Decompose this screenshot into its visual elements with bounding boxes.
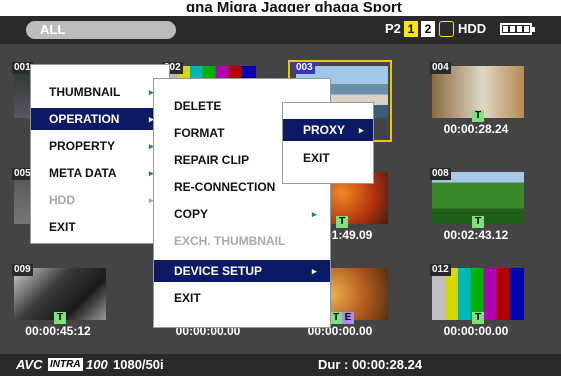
top-status-bar: ALL P2 1 2 HDD [0,16,561,44]
proxy-menu-item[interactable]: EXIT [283,147,373,169]
clip-timecode: 00:00:28.24 [443,122,509,136]
lcd-screen: ALL P2 1 2 HDD 00100200:00:00.00003T00:0… [0,16,561,376]
main-menu-item[interactable]: PROPERTY ▸ [31,135,171,157]
clip-timecode: 00:00:00.00 [443,324,509,338]
intra-badge: INTRA [48,358,83,371]
main-menu-item[interactable]: EXIT [31,216,171,238]
slot1-indicator: 1 [404,21,418,37]
clip-number: 004 [430,62,451,74]
arrow-right-icon: ▸ [312,209,317,219]
clip-number: 008 [430,168,451,180]
main-menu-item[interactable]: THUMBNAIL ▸ [31,81,171,103]
clip-number: 009 [12,264,33,276]
clip-mark-t: T [472,110,484,122]
hdd-icon [439,21,454,37]
clip-mark-t: T [330,312,342,324]
clip-thumbnail[interactable]: 012 T 00:00:00.00 [426,262,526,340]
operation-menu-item[interactable]: EXIT [154,287,330,309]
clip-timecode: 00:02:43.12 [443,228,509,242]
bottom-status-bar: AVC INTRA 100 1080/50i Dur : 00:00:28.24 [0,354,561,376]
operation-menu-item[interactable]: EXCH. THUMBNAIL [154,230,330,252]
clip-thumbnail[interactable]: 009 T 00:00:45:12 [8,262,108,340]
battery-icon [500,23,535,35]
hdd-label: HDD [458,21,487,36]
clip-mark-t: T [54,312,66,324]
main-menu-item[interactable]: META DATA ▸ [31,162,171,184]
mode-indicator: ALL [26,21,176,39]
codec-label: AVC [16,357,43,372]
main-menu: THUMBNAIL ▸ OPERATION ▸ PROPERTY ▸ META … [30,64,171,244]
operation-menu-item[interactable]: COPY ▸ [154,203,330,225]
duration-label: Dur : 00:00:28.24 [318,357,423,372]
p2-label: P2 [385,21,401,36]
main-menu-item[interactable]: HDD ▸ [31,189,171,211]
main-menu-item[interactable]: OPERATION ▸ [31,108,171,130]
device-setup-submenu: PROXY ▸ EXIT [282,102,374,184]
page-heading-fragment: gna Migra Jagger ghaga Sport [186,0,402,12]
bitrate-label: 100 [86,357,108,372]
clip-timecode: 00:00:45:12 [25,324,91,338]
arrow-right-icon: ▸ [312,266,317,276]
clip-mark-t: T [336,216,348,228]
clip-mark-t: T [472,312,484,324]
arrow-right-icon: ▸ [359,125,364,135]
clip-number: 012 [430,264,451,276]
clip-thumbnail[interactable]: 004 T 00:00:28.24 [426,60,526,138]
slot2-indicator: 2 [421,21,435,37]
proxy-menu-item[interactable]: PROXY ▸ [283,119,373,141]
clip-mark-e: E [342,312,354,324]
clip-mark-t: T [472,216,484,228]
clip-thumbnail[interactable]: 008 T 00:02:43.12 [426,166,526,244]
operation-menu-item[interactable]: DEVICE SETUP ▸ [154,260,330,282]
format-label: 1080/50i [113,357,164,372]
